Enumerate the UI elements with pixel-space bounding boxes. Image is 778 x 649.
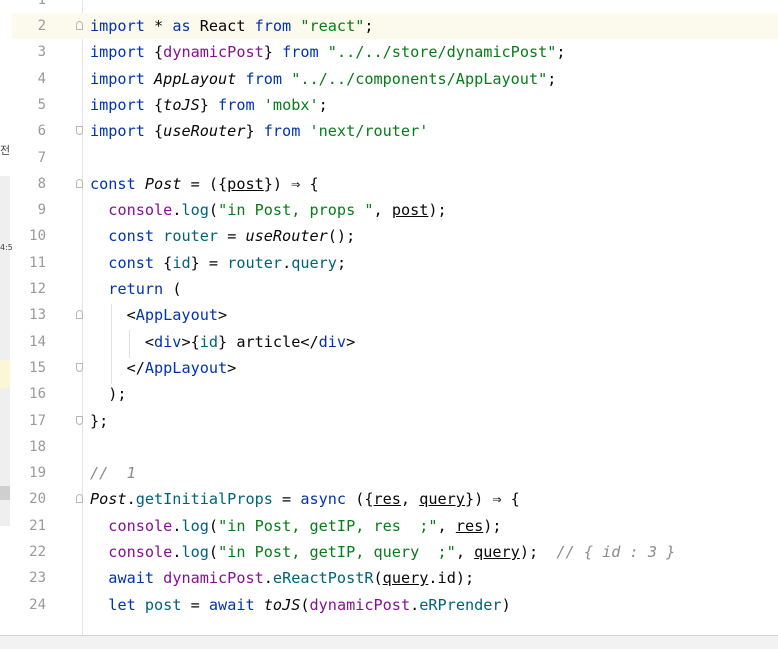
- code-text: await dynamicPost.eReactPostR(query.id);: [108, 569, 475, 588]
- line-number: 15: [29, 359, 46, 376]
- code-text: <div>{id} article</div>: [90, 332, 356, 351]
- code-line: 20 Post.getInitialProps = async ({res, q…: [12, 486, 778, 512]
- strip-highlight: [0, 360, 10, 388]
- code-line: 12 return (: [12, 276, 778, 302]
- fold-toggle-icon[interactable]: [76, 494, 83, 504]
- line-number: 1: [37, 0, 46, 8]
- line-number: 2: [37, 18, 46, 34]
- line-number: 23: [29, 570, 46, 587]
- line-number: 14: [29, 333, 46, 350]
- code-line: 23 await dynamicPost.eReactPostR(query.i…: [12, 565, 778, 591]
- line-number: 4: [37, 70, 46, 87]
- fold-toggle-icon[interactable]: [76, 362, 83, 372]
- line-number: 21: [29, 517, 46, 534]
- line-number: 9: [37, 202, 46, 219]
- code-line: 1: [12, 0, 778, 13]
- code-text: };: [90, 411, 109, 430]
- fold-toggle-icon[interactable]: [76, 310, 83, 320]
- code-line: 15 </AppLayout>: [12, 355, 778, 381]
- code-text: import {toJS} from 'mobx';: [90, 95, 328, 114]
- line-number: 3: [37, 44, 46, 61]
- code-text: Post.getInitialProps = async ({res, quer…: [90, 490, 520, 509]
- line-number: 13: [29, 307, 46, 324]
- line-number: 16: [29, 386, 46, 403]
- code-line: 8 const Post = ({post}) ⇒ {: [12, 171, 778, 197]
- line-number: 11: [29, 254, 46, 271]
- code-line: 10 const router = useRouter();: [12, 223, 778, 249]
- code-line: 19 // 1: [12, 460, 778, 486]
- line-number: 7: [37, 149, 46, 166]
- code-text: const router = useRouter();: [108, 227, 356, 246]
- line-number: 24: [29, 596, 46, 613]
- line-number: 10: [29, 228, 46, 245]
- code-line: 22 console.log("in Post, getIP, query ;"…: [12, 539, 778, 565]
- left-tool-strip: 전 4:5: [0, 0, 13, 649]
- fold-toggle-icon[interactable]: [76, 415, 83, 425]
- line-number: 18: [29, 438, 46, 455]
- fold-toggle-icon[interactable]: [76, 21, 83, 30]
- line-number: 20: [29, 491, 46, 508]
- fold-toggle-icon[interactable]: [76, 126, 83, 136]
- code-text: console.log("in Post, getIP, query ;", q…: [108, 543, 676, 561]
- code-line: 5 import {toJS} from 'mobx';: [12, 92, 778, 118]
- code-text: const Post = ({post}) ⇒ {: [90, 174, 319, 193]
- code-text: import AppLayout from "../../components/…: [90, 69, 557, 88]
- line-number: 12: [29, 281, 46, 297]
- code-text: let post = await toJS(dynamicPost.eRPren…: [108, 595, 511, 614]
- code-line: 9 console.log("in Post, props ", post);: [12, 197, 778, 223]
- code-text: </AppLayout>: [90, 358, 237, 377]
- line-number: 5: [37, 96, 46, 113]
- code-text: <AppLayout>: [90, 306, 228, 325]
- code-line: 18: [12, 434, 778, 460]
- code-line-current: 2 import * as React from "react";: [12, 13, 778, 40]
- bottom-status-bar: [0, 635, 778, 649]
- code-text: // 1: [90, 464, 136, 483]
- line-number: 6: [37, 123, 46, 140]
- code-line: 3 import {dynamicPost} from "../../store…: [12, 39, 778, 65]
- code-line: 16 );: [12, 381, 778, 407]
- code-line: 13 <AppLayout>: [12, 302, 778, 328]
- strip-shade: [0, 176, 10, 526]
- code-text: import {useRouter} from 'next/router': [90, 122, 429, 141]
- code-line: 6 import {useRouter} from 'next/router': [12, 118, 778, 144]
- fold-toggle-icon[interactable]: [76, 178, 83, 188]
- code-text: console.log("in Post, getIP, res ;", res…: [108, 516, 502, 535]
- code-line: 11 const {id} = router.query;: [12, 250, 778, 276]
- strip-thumb[interactable]: [0, 486, 10, 500]
- strip-label-time: 4:5: [0, 243, 13, 252]
- code-text: import {dynamicPost} from "../../store/d…: [90, 43, 566, 62]
- code-line: 14 <div>{id} article</div>: [12, 329, 778, 355]
- line-number: 22: [29, 544, 46, 560]
- code-line: 17 };: [12, 408, 778, 434]
- code-text: import * as React from "react";: [90, 17, 374, 35]
- code-text: );: [90, 385, 127, 404]
- code-line: 7: [12, 145, 778, 171]
- code-text: const {id} = router.query;: [108, 253, 347, 272]
- line-number: 17: [29, 412, 46, 429]
- line-number: 19: [29, 465, 46, 482]
- code-line: 4 import AppLayout from "../../component…: [12, 66, 778, 92]
- strip-label-korean: 전: [0, 144, 11, 157]
- code-line: 24 let post = await toJS(dynamicPost.eRP…: [12, 592, 778, 618]
- code-line: 21 console.log("in Post, getIP, res ;", …: [12, 513, 778, 539]
- code-text: return (: [108, 280, 182, 298]
- code-text: console.log("in Post, props ", post);: [108, 201, 447, 220]
- line-number: 8: [37, 175, 46, 192]
